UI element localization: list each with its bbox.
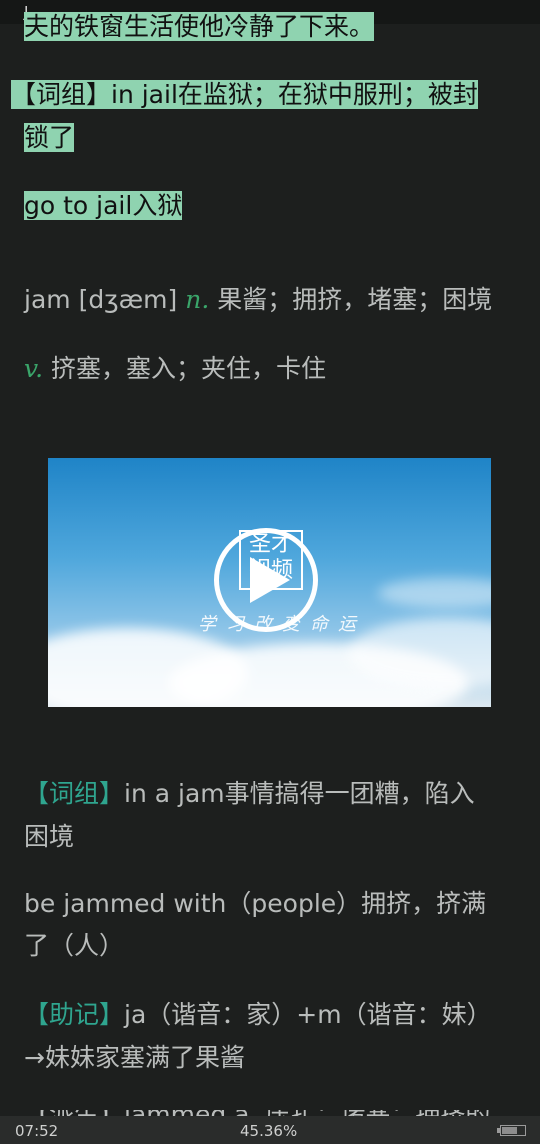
jam-verb-line: v. 挤塞，塞入；夹住，卡住	[24, 350, 326, 388]
jam-word: jam [dʒæm]	[24, 285, 186, 314]
jail-phrase-1-cont: 锁了	[24, 123, 75, 152]
reading-progress: 45.36%	[240, 1122, 298, 1140]
video-player[interactable]: 圣才 视频 学习改变命运	[48, 458, 491, 707]
jail-sentence-tail: 夫的铁窗生活使他冷静了下来。	[24, 12, 375, 41]
jam-meaning-verb: 挤塞，塞入；夹住，卡住	[43, 354, 327, 383]
pos-noun: n.	[185, 285, 210, 314]
jam-meaning-noun: 果酱；拥挤，堵塞；困境	[209, 285, 493, 314]
jail-phrase-1: 【词组】in jail在监狱；在狱中服刑；被封	[11, 80, 478, 109]
phrase-tag: 【词组】	[24, 779, 125, 808]
jail-phrase-2: go to jail入狱	[24, 191, 183, 220]
jam-phrase-1-cont: 困境	[24, 822, 75, 851]
bottom-status-bar: 07:52 45.36%	[0, 1116, 540, 1144]
jam-mnemonic: 【助记】ja（谐音：家）+m（谐音：妹）	[24, 1000, 492, 1029]
play-icon	[250, 557, 290, 603]
jam-phrase-2: be jammed with（people）拥挤，挤满	[24, 889, 487, 918]
jam-mnemonic-cont: →妹妹家塞满了果酱	[24, 1043, 245, 1072]
jam-headword: jam [dʒæm] n. 果酱；拥挤，堵塞；困境	[24, 281, 492, 319]
cloud-shape	[378, 578, 491, 608]
pos-verb: v.	[24, 354, 44, 383]
jam-phrase-1: 【词组】in a jam事情搞得一团糟，陷入	[24, 779, 475, 808]
clock: 07:52	[15, 1122, 59, 1140]
battery-icon	[497, 1125, 526, 1136]
play-button[interactable]	[214, 528, 318, 632]
jam-phrase-2-cont: 了（人）	[24, 931, 125, 960]
mnemonic-tag: 【助记】	[24, 1000, 125, 1029]
